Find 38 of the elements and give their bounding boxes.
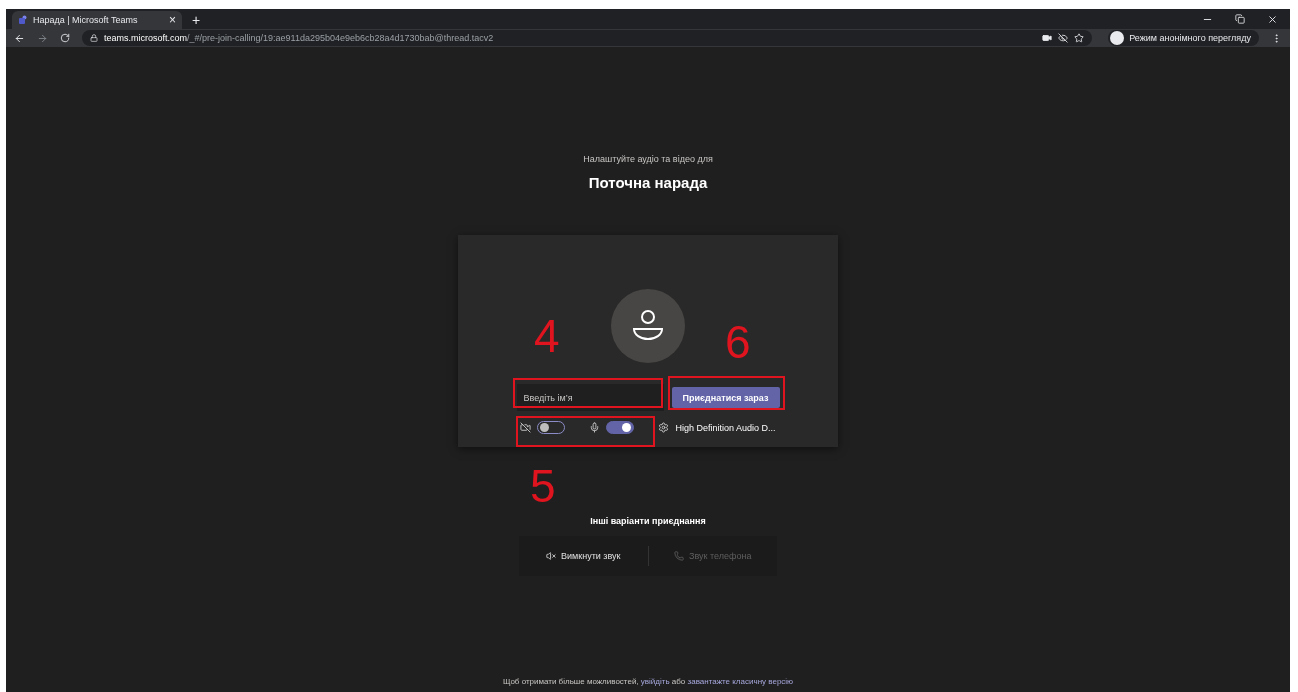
star-icon[interactable] — [1074, 33, 1085, 43]
annotation-number: 6 — [725, 319, 751, 365]
annotation-number: 5 — [530, 463, 556, 509]
reload-icon[interactable] — [60, 33, 70, 43]
url-path: /_#/pre-join-calling/19:ae911da295b04e9eb6cb28a4d1730bab@thread.tacv2 — [187, 33, 494, 43]
restore-icon[interactable] — [1235, 14, 1245, 24]
close-icon[interactable] — [1267, 13, 1278, 25]
section-title: Інші варіанти приєднання — [590, 516, 706, 526]
speaker-off-icon — [546, 551, 557, 561]
subtitle: Налаштуйте аудіо та відео для — [583, 154, 713, 164]
join-button[interactable]: Приєднатися зараз — [671, 387, 780, 408]
name-field[interactable]: Введіть ім’я — [516, 384, 664, 411]
address-bar[interactable]: teams.microsoft.com/_#/pre-join-calling/19:ae911da295b04e9eb6cb28a4d1730bab@thread.tacv2 — [82, 30, 1093, 46]
eye-off-icon[interactable] — [1058, 33, 1069, 43]
annotation-number: 4 — [534, 313, 560, 359]
phone-icon — [674, 551, 685, 561]
footer-text: Щоб отримати більше можливостей, увійдіть або завантажте класичну версію — [502, 677, 794, 686]
url-host: teams.microsoft.com — [104, 33, 188, 43]
incognito-badge[interactable]: Режим анонімного перегляду — [1108, 30, 1259, 46]
camera-off-icon — [520, 422, 532, 433]
sign-in-link[interactable]: увійдіть — [640, 677, 670, 686]
forward-icon[interactable] — [37, 32, 48, 44]
audio-device-label[interactable]: High Definition Audio D... — [675, 422, 776, 433]
settings-icon[interactable] — [658, 422, 670, 433]
back-icon[interactable] — [14, 32, 25, 44]
browser-tab[interactable]: Нарада | Microsoft Teams × — [12, 11, 182, 29]
new-tab-button[interactable]: + — [192, 13, 201, 27]
person-icon — [630, 309, 666, 343]
tab-title: Нарада | Microsoft Teams — [33, 15, 139, 25]
meeting-title: Поточна нарада — [588, 174, 708, 191]
microphone-icon — [589, 422, 601, 433]
camera-icon[interactable] — [1042, 33, 1053, 43]
download-link[interactable]: завантажте класичну версію — [687, 677, 794, 686]
join-option-button[interactable]: Вимкнути звук — [519, 550, 648, 562]
lock-icon — [90, 34, 98, 42]
microphone-toggle[interactable] — [606, 421, 635, 434]
tab-close-button[interactable]: × — [169, 14, 176, 26]
teams-logo-icon — [18, 15, 28, 25]
